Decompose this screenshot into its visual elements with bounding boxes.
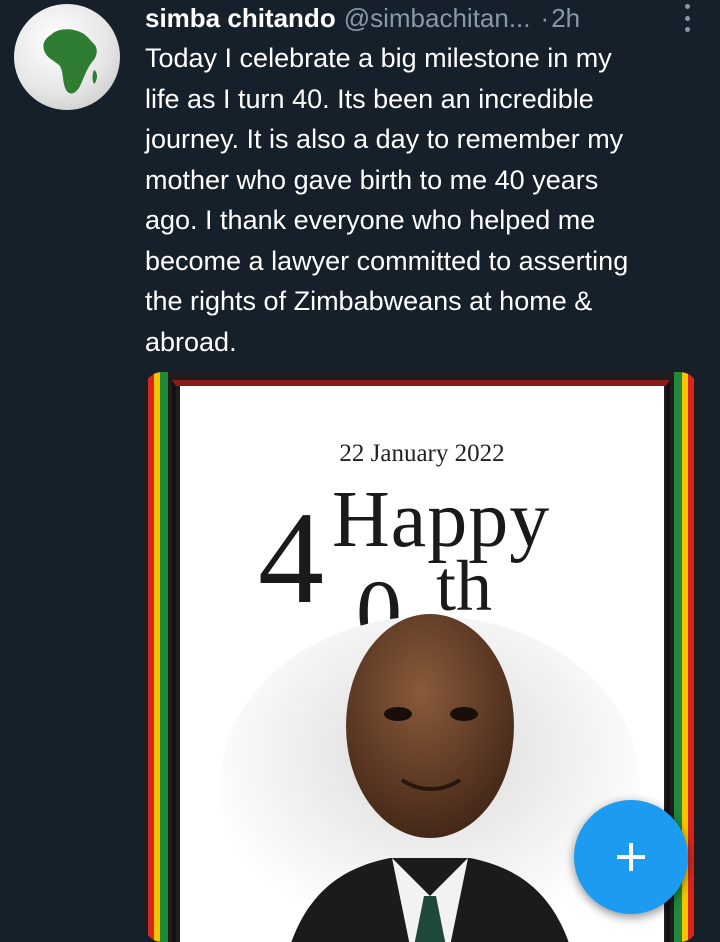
card-date: 22 January 2022 [339, 440, 505, 467]
more-vertical-icon[interactable] [682, 4, 692, 32]
tweet-text: Today I celebrate a big milestone in my … [145, 43, 629, 357]
avatar[interactable] [14, 4, 120, 110]
compose-button[interactable] [574, 800, 688, 914]
flag-stripe-red-right [688, 372, 694, 942]
author-handle[interactable]: @simbachitan... [344, 3, 531, 34]
more-dot [684, 27, 690, 32]
plus-icon [617, 843, 645, 871]
flag-stripe-green-left [160, 372, 168, 942]
more-dot [684, 4, 690, 9]
tweet-header: simba chitando @simbachitan... · 2h [145, 0, 700, 36]
separator-dot: · [540, 2, 550, 33]
tweet-time[interactable]: 2h [551, 3, 580, 34]
more-dot [684, 15, 690, 21]
africa-globe-icon [43, 29, 97, 94]
author-name[interactable]: simba chitando [145, 3, 336, 34]
